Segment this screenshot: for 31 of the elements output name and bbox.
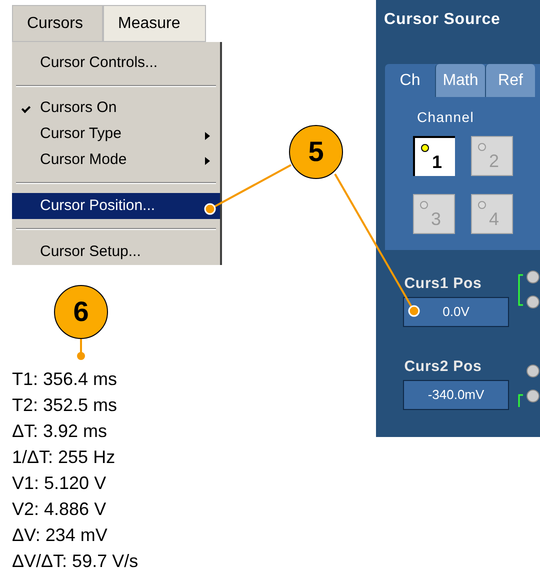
position-field[interactable]: -340.0mV — [403, 380, 509, 410]
measurement-readout: ΔT: 3.92 ms — [12, 420, 108, 443]
menu-item[interactable]: Cursor Controls... — [12, 50, 220, 76]
callout-badge: 5 — [289, 125, 343, 179]
group-label: Channel — [417, 108, 476, 127]
measurement-readout: 1/ΔT: 255 Hz — [12, 446, 116, 469]
panel-title: Cursor Source — [384, 10, 502, 30]
menu-item[interactable]: Cursor Setup... — [12, 239, 220, 265]
leader-line — [77, 339, 85, 360]
check-icon — [21, 104, 31, 113]
knob-drawing — [518, 364, 540, 407]
measurement-readout: V2: 4.886 V — [12, 498, 108, 521]
measurement-readout: ΔV/ΔT: 59.7 V/s — [12, 550, 138, 573]
submenu-arrow-icon — [205, 157, 210, 166]
menu-tab[interactable]: Cursors — [12, 5, 103, 42]
submenu-arrow-icon — [205, 132, 210, 140]
position-field[interactable]: 0.0V — [403, 297, 509, 327]
callout-badge: 6 — [54, 285, 108, 339]
position-label: Curs2 Pos — [404, 357, 482, 377]
measurement-readout: T1: 356.4 ms — [12, 368, 118, 391]
position-label: Curs1 Pos — [404, 274, 482, 294]
measurement-readout: ΔV: 234 mV — [12, 524, 108, 547]
menu-tab[interactable]: Measure — [103, 5, 206, 42]
knob-drawing — [518, 270, 540, 308]
menu-item[interactable]: Cursor Mode — [12, 147, 220, 174]
menu-item[interactable]: Cursors On — [12, 96, 220, 122]
menu-item[interactable]: Cursor Position... — [12, 193, 220, 220]
measurement-readout: T2: 352.5 ms — [12, 394, 118, 417]
channel-button[interactable]: 1 — [413, 136, 455, 176]
menu-item[interactable]: Cursor Type — [12, 122, 220, 148]
measurement-readout: V1: 5.120 V — [12, 472, 108, 495]
